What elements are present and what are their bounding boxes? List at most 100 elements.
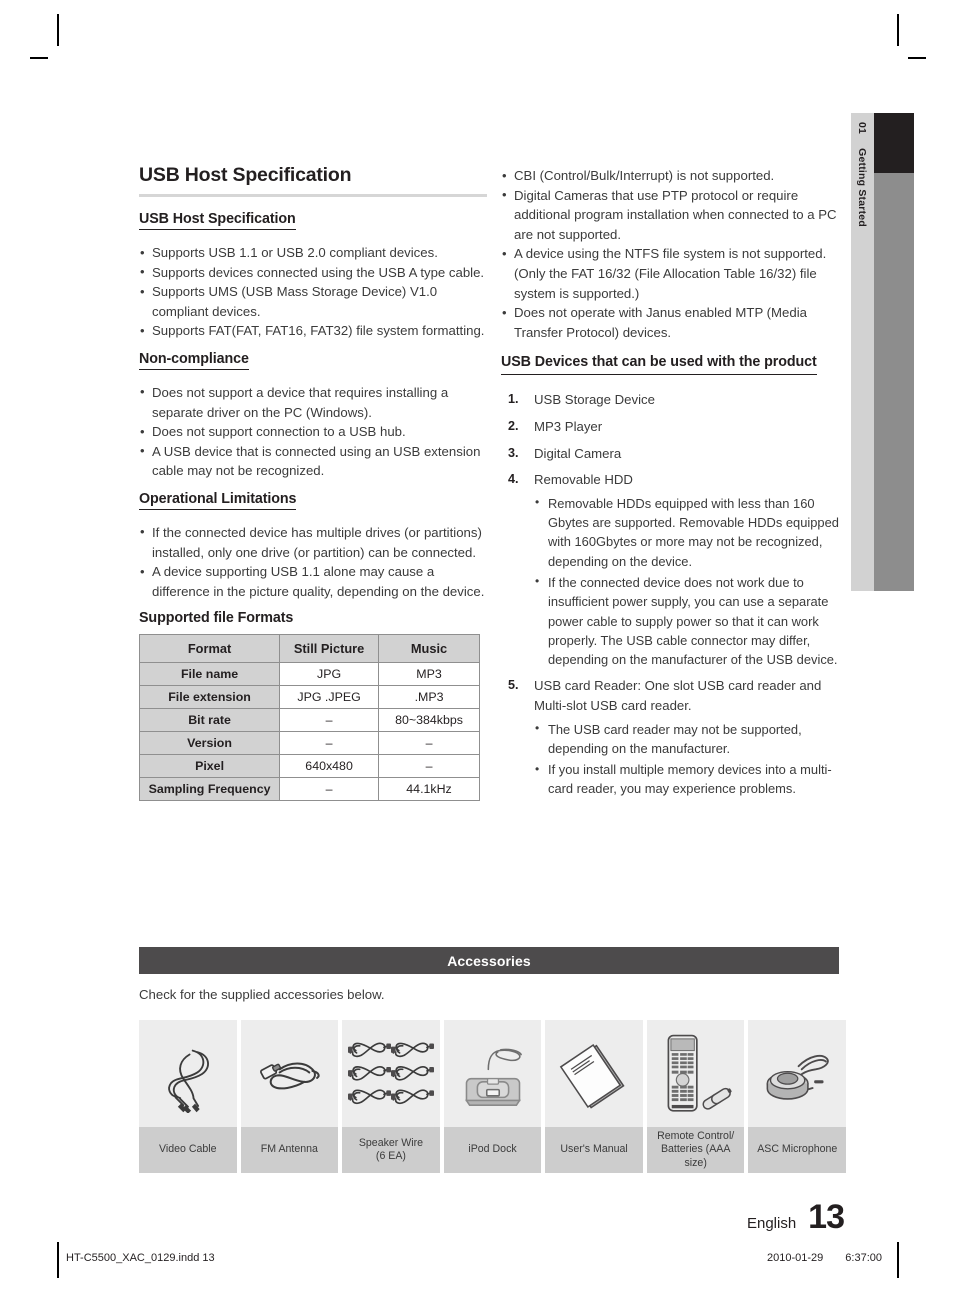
accessory-item-fm-antenna: FM Antenna: [240, 1020, 339, 1173]
page-footer: English 13: [746, 1198, 845, 1237]
table-row: File name JPG MP3: [138, 662, 480, 687]
list-item: Does not support a device that requires …: [139, 382, 487, 422]
fm-antenna-glyph: [260, 1061, 320, 1089]
accessory-label: ASC Microphone: [748, 1127, 847, 1173]
table-row: Pixel 640x480 –: [138, 754, 480, 779]
crop-mark-top-right-vertical: [897, 14, 899, 46]
accessory-label: Remote Control/Batteries (AAA size): [646, 1127, 745, 1173]
list-number: 4.: [508, 472, 519, 487]
ipod-dock-glyph: [464, 1048, 522, 1106]
cell-music: 44.1kHz: [378, 777, 480, 802]
print-time: 6:37:00: [845, 1252, 882, 1264]
bullet-list-usb-restrictions: CBI (Control/Bulk/Interrupt) is not supp…: [501, 166, 843, 342]
accessory-label: User's Manual: [545, 1127, 643, 1173]
cell-still-picture: –: [279, 777, 380, 802]
list-number: 1.: [508, 392, 519, 407]
usb-devices-list: 1. USB Storage Device 2. MP3 Player 3. D…: [501, 390, 843, 798]
cell-music: MP3: [378, 662, 480, 687]
cell-music: –: [378, 754, 480, 779]
crop-mark-bottom-right-vertical: [897, 1242, 899, 1278]
row-label: Pixel: [138, 754, 281, 779]
section-heading-supported-file-formats: Supported file Formats: [139, 610, 294, 627]
crop-mark-top-left-vertical: [57, 14, 59, 46]
chapter-tab-marker-active: [874, 113, 914, 173]
cell-still-picture: JPG .JPEG: [279, 685, 380, 710]
title-divider: [139, 194, 487, 197]
section-heading: USB Host Specification: [139, 211, 296, 230]
list-item: 3. Digital Camera: [501, 444, 843, 464]
crop-mark-top-left-horizontal: [30, 57, 48, 59]
column-header-music: Music: [378, 634, 480, 664]
asc-microphone-icon: [748, 1020, 847, 1127]
list-item: Supports FAT(FAT, FAT16, FAT32) file sys…: [139, 321, 487, 341]
list-item: Does not operate with Janus enabled MTP …: [501, 303, 843, 342]
chapter-tab-text: 01 Getting Started: [851, 113, 874, 591]
bullet-list-usb-host-specification: Supports USB 1.1 or USB 2.0 compliant de…: [139, 243, 487, 341]
table-row: Sampling Frequency – 44.1kHz: [138, 777, 480, 802]
list-item: 5. USB card Reader: One slot USB card re…: [501, 676, 843, 798]
crop-mark-bottom-left-vertical: [57, 1242, 59, 1278]
list-item: If the connected device has multiple dri…: [139, 522, 487, 562]
print-date: 2010-01-29: [767, 1252, 824, 1264]
list-item: If the connected device does not work du…: [534, 572, 843, 669]
list-item: A device supporting USB 1.1 alone may ca…: [139, 562, 487, 601]
sub-bullet-list: Removable HDDs equipped with less than 1…: [534, 493, 843, 670]
table-row: Version – –: [138, 731, 480, 756]
ipod-dock-icon: [443, 1020, 542, 1127]
cell-still-picture: JPG: [279, 662, 380, 687]
list-item: 4. Removable HDD Removable HDDs equipped…: [501, 470, 843, 669]
table-row: File extension JPG .JPEG .MP3: [138, 685, 480, 710]
accessory-label: iPod Dock: [443, 1127, 542, 1173]
section-operational-limitations-heading: Operational Limitations: [139, 490, 487, 514]
accessory-item-video-cable: Video Cable: [139, 1020, 237, 1173]
print-file-name: HT-C5500_XAC_0129.indd 13: [66, 1252, 215, 1264]
crop-mark-top-right-horizontal: [908, 57, 926, 59]
list-number: 3.: [508, 445, 519, 460]
accessory-item-speaker-wire: Speaker Wire (6 EA): [342, 1020, 440, 1173]
accessory-item-remote-control: Remote Control/Batteries (AAA size): [646, 1020, 745, 1173]
list-item: CBI (Control/Bulk/Interrupt) is not supp…: [501, 166, 843, 186]
cell-still-picture: –: [279, 731, 380, 756]
list-item: Does not support connection to a USB hub…: [139, 422, 487, 442]
list-item: Supports UMS (USB Mass Storage Device) V…: [139, 282, 487, 321]
accessory-item-asc-microphone: ASC Microphone: [748, 1020, 847, 1173]
accessories-note: Check for the supplied accessories below…: [139, 987, 385, 1002]
video-cable-icon: [139, 1020, 237, 1127]
sub-bullet-list: The USB card reader may not be supported…: [534, 719, 843, 799]
footer-language: English: [746, 1215, 797, 1232]
page-title: USB Host Specification: [139, 164, 352, 186]
section-usb-host-specification-heading: USB Host Specification: [139, 210, 487, 234]
row-label: File name: [138, 662, 281, 687]
row-label: Version: [138, 731, 281, 756]
speaker-wire-icon: [342, 1020, 440, 1127]
print-footer: HT-C5500_XAC_0129.indd 13 2010-01-29 6:3…: [0, 1242, 954, 1282]
speaker-wire-glyph: [347, 1042, 434, 1104]
manual-page: 01 Getting Started USB Host Specificatio…: [0, 0, 954, 1307]
table-row: Bit rate – 80~384kbps: [138, 708, 480, 733]
section-usb-devices-heading: USB Devices that can be used with the pr…: [501, 352, 843, 379]
cell-still-picture: 640x480: [279, 754, 380, 779]
supported-file-formats-table: Format Still Picture Music File name JPG…: [138, 634, 480, 802]
chapter-label: Getting Started: [856, 148, 869, 227]
cell-music: –: [378, 731, 480, 756]
section-non-compliance-heading: Non-compliance: [139, 350, 487, 374]
list-number: 5.: [508, 678, 519, 693]
chapter-number: 01: [856, 122, 869, 135]
list-item-text: Digital Camera: [534, 445, 622, 461]
accessories-grid: Video Cable FM Antenna Speaker Wire (6 E…: [139, 1020, 847, 1173]
section-heading: USB Devices that can be used with the pr…: [501, 352, 817, 376]
list-item: Removable HDDs equipped with less than 1…: [534, 493, 843, 571]
list-item: 2. MP3 Player: [501, 417, 843, 437]
list-item-text: USB card Reader: One slot USB card reade…: [534, 678, 822, 713]
chapter-tab: 01 Getting Started: [851, 113, 874, 591]
row-label: Bit rate: [138, 708, 281, 733]
accessory-item-ipod-dock: iPod Dock: [443, 1020, 542, 1173]
list-item-text: USB Storage Device: [534, 392, 655, 408]
remote-control-icon: [646, 1020, 745, 1127]
accessory-item-users-manual: User's Manual: [545, 1020, 643, 1173]
list-item: Supports USB 1.1 or USB 2.0 compliant de…: [139, 243, 487, 263]
page-number: 13: [808, 1198, 845, 1236]
chapter-tab-marker-rest: [874, 173, 914, 591]
cell-still-picture: –: [279, 708, 380, 733]
list-item: 1. USB Storage Device: [501, 390, 843, 410]
